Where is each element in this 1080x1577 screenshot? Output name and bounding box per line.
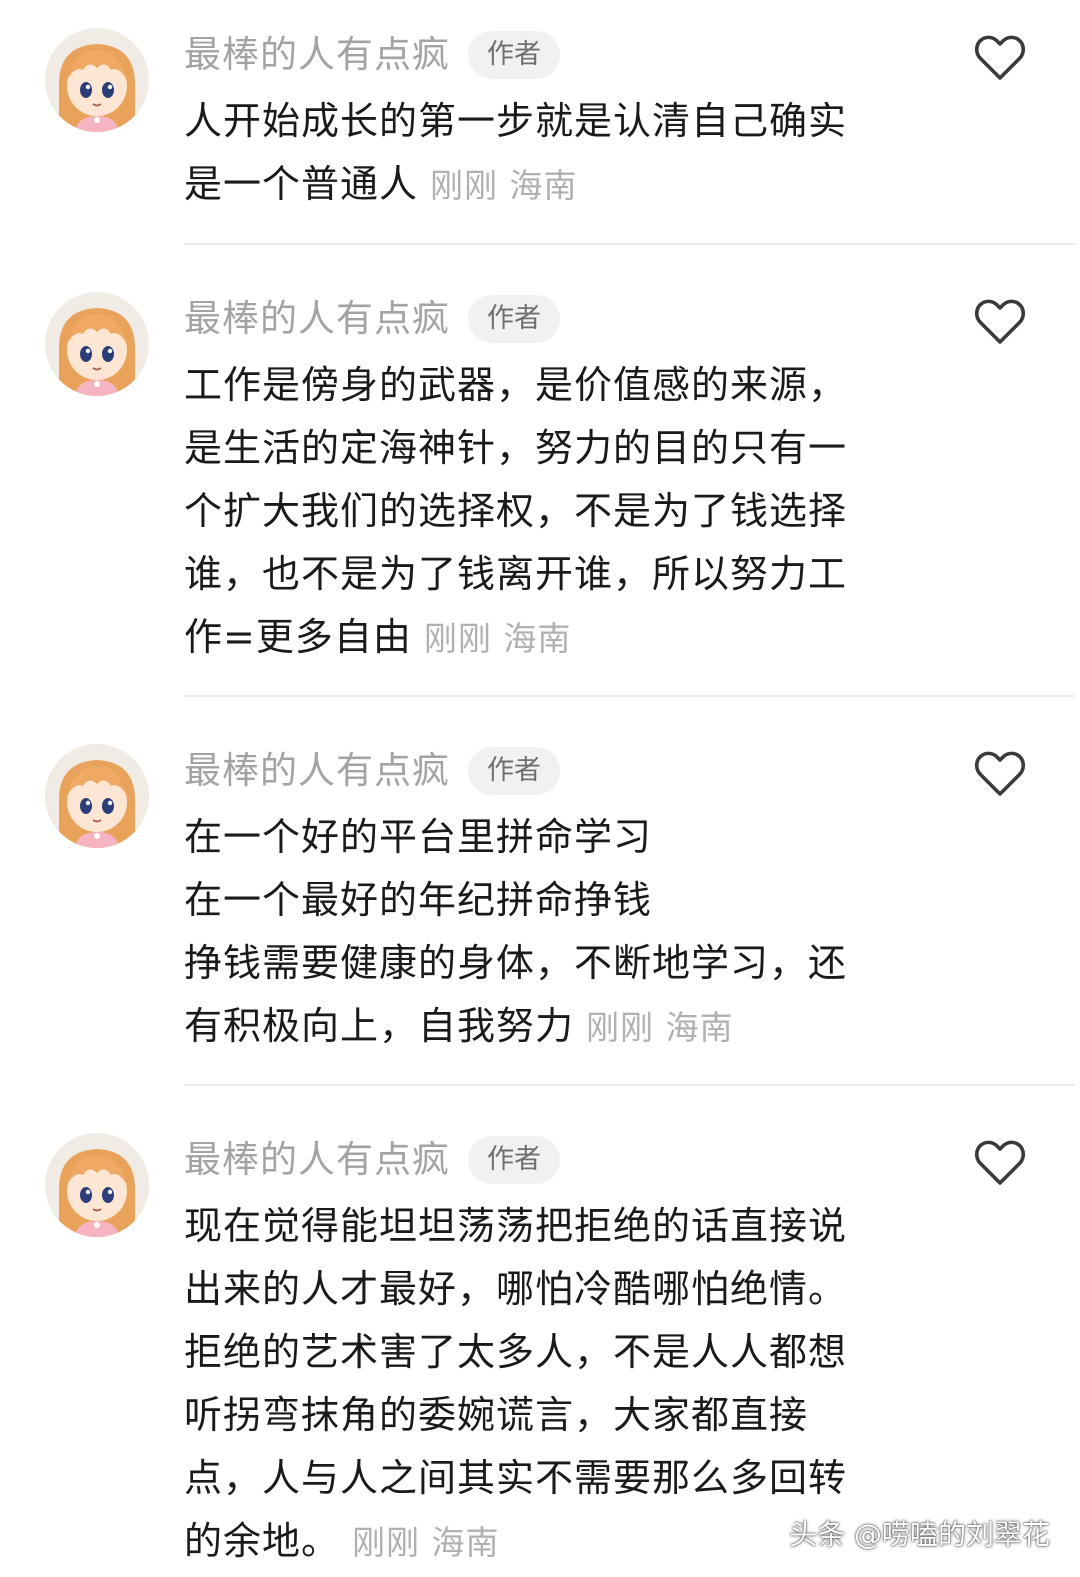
comment-line-last: 作=更多自由 刚刚 海南 bbox=[184, 606, 896, 670]
avatar[interactable] bbox=[45, 28, 149, 132]
comment-line: 在一个好的平台里拼命学习 bbox=[184, 815, 653, 859]
location: 海南 bbox=[509, 166, 578, 205]
comment-line: 听拐弯抹角的委婉谎言，大家都直接 bbox=[184, 1393, 809, 1437]
comment-item: 最棒的人有点疯 作者 人开始成长的第一步就是认清自己确实 是一个普通人 刚刚 海南 bbox=[0, 28, 1080, 244]
comment-line: 出来的人才最好，哪怕冷酷哪怕绝情。 bbox=[184, 1267, 848, 1311]
location: 海南 bbox=[665, 1008, 734, 1047]
timestamp: 刚刚 bbox=[586, 1008, 655, 1047]
comment-line: 在一个最好的年纪拼命挣钱 bbox=[184, 878, 653, 922]
comment-line: 人开始成长的第一步就是认清自己确实 bbox=[184, 99, 848, 143]
comment-line: 个扩大我们的选择权，不是为了钱选择 bbox=[184, 489, 848, 533]
comment-line: 是一个普通人 bbox=[184, 162, 419, 206]
username[interactable]: 最棒的人有点疯 bbox=[184, 294, 450, 344]
author-badge: 作者 bbox=[468, 295, 560, 343]
anime-girl-avatar-icon bbox=[45, 1133, 149, 1237]
author-badge: 作者 bbox=[468, 31, 560, 79]
comment-header: 最棒的人有点疯 作者 bbox=[184, 1135, 560, 1185]
comment-line: 作=更多自由 bbox=[184, 615, 412, 659]
comment-text: 人开始成长的第一步就是认清自己确实 是一个普通人 刚刚 海南 bbox=[184, 90, 896, 217]
heart-outline-icon[interactable] bbox=[972, 30, 1028, 86]
comment-header: 最棒的人有点疯 作者 bbox=[184, 746, 560, 796]
divider bbox=[184, 695, 1075, 697]
comment-line: 拒绝的艺术害了太多人，不是人人都想 bbox=[184, 1330, 848, 1374]
comment-line: 点，人与人之间其实不需要那么多回转 bbox=[184, 1456, 848, 1500]
avatar[interactable] bbox=[45, 744, 149, 848]
comment-line-last: 是一个普通人 刚刚 海南 bbox=[184, 153, 896, 217]
avatar[interactable] bbox=[45, 292, 149, 396]
comment-line-last: 有积极向上，自我努力 刚刚 海南 bbox=[184, 995, 896, 1059]
comment-line: 工作是傍身的武器，是价值感的来源， bbox=[184, 363, 848, 407]
comment-header: 最棒的人有点疯 作者 bbox=[184, 294, 560, 344]
divider bbox=[184, 1084, 1075, 1086]
heart-outline-icon[interactable] bbox=[972, 1135, 1028, 1191]
comment-meta: 刚刚 海南 bbox=[586, 1008, 734, 1047]
timestamp: 刚刚 bbox=[352, 1523, 421, 1562]
author-badge: 作者 bbox=[468, 747, 560, 795]
heart-outline-icon[interactable] bbox=[972, 746, 1028, 802]
avatar[interactable] bbox=[45, 1133, 149, 1237]
comment-meta: 刚刚 海南 bbox=[430, 166, 578, 205]
watermark: 头条 @唠嗑的刘翠花 bbox=[789, 1518, 1050, 1551]
location: 海南 bbox=[503, 619, 572, 658]
username[interactable]: 最棒的人有点疯 bbox=[184, 746, 450, 796]
anime-girl-avatar-icon bbox=[45, 744, 149, 848]
anime-girl-avatar-icon bbox=[45, 28, 149, 132]
comment-line: 是生活的定海神针，努力的目的只有一 bbox=[184, 426, 848, 470]
anime-girl-avatar-icon bbox=[45, 292, 149, 396]
comment-meta: 刚刚 海南 bbox=[352, 1523, 500, 1562]
divider bbox=[184, 243, 1075, 245]
comment-text: 工作是傍身的武器，是价值感的来源， 是生活的定海神针，努力的目的只有一 个扩大我… bbox=[184, 354, 896, 670]
comment-meta: 刚刚 海南 bbox=[424, 619, 572, 658]
username[interactable]: 最棒的人有点疯 bbox=[184, 30, 450, 80]
comment-line: 现在觉得能坦坦荡荡把拒绝的话直接说 bbox=[184, 1204, 848, 1248]
heart-outline-icon[interactable] bbox=[972, 294, 1028, 350]
timestamp: 刚刚 bbox=[423, 619, 492, 658]
comment-item: 最棒的人有点疯 作者 在一个好的平台里拼命学习 在一个最好的年纪拼命挣钱 挣钱需… bbox=[0, 744, 1080, 1085]
location: 海南 bbox=[431, 1523, 500, 1562]
author-badge: 作者 bbox=[468, 1136, 560, 1184]
comment-header: 最棒的人有点疯 作者 bbox=[184, 30, 560, 80]
comment-text: 在一个好的平台里拼命学习 在一个最好的年纪拼命挣钱 挣钱需要健康的身体，不断地学… bbox=[184, 806, 896, 1059]
timestamp: 刚刚 bbox=[430, 166, 499, 205]
comment-line: 的余地。 bbox=[184, 1519, 341, 1563]
comment-item: 最棒的人有点疯 作者 工作是傍身的武器，是价值感的来源， 是生活的定海神针，努力… bbox=[0, 292, 1080, 696]
comment-line: 有积极向上，自我努力 bbox=[184, 1004, 575, 1048]
comment-line: 谁，也不是为了钱离开谁，所以努力工 bbox=[184, 552, 848, 596]
comment-feed: 最棒的人有点疯 作者 人开始成长的第一步就是认清自己确实 是一个普通人 刚刚 海南 bbox=[0, 0, 1080, 1577]
comment-line: 挣钱需要健康的身体，不断地学习，还 bbox=[184, 941, 848, 985]
username[interactable]: 最棒的人有点疯 bbox=[184, 1135, 450, 1185]
comment-item: 最棒的人有点疯 作者 现在觉得能坦坦荡荡把拒绝的话直接说 出来的人才最好，哪怕冷… bbox=[0, 1133, 1080, 1577]
